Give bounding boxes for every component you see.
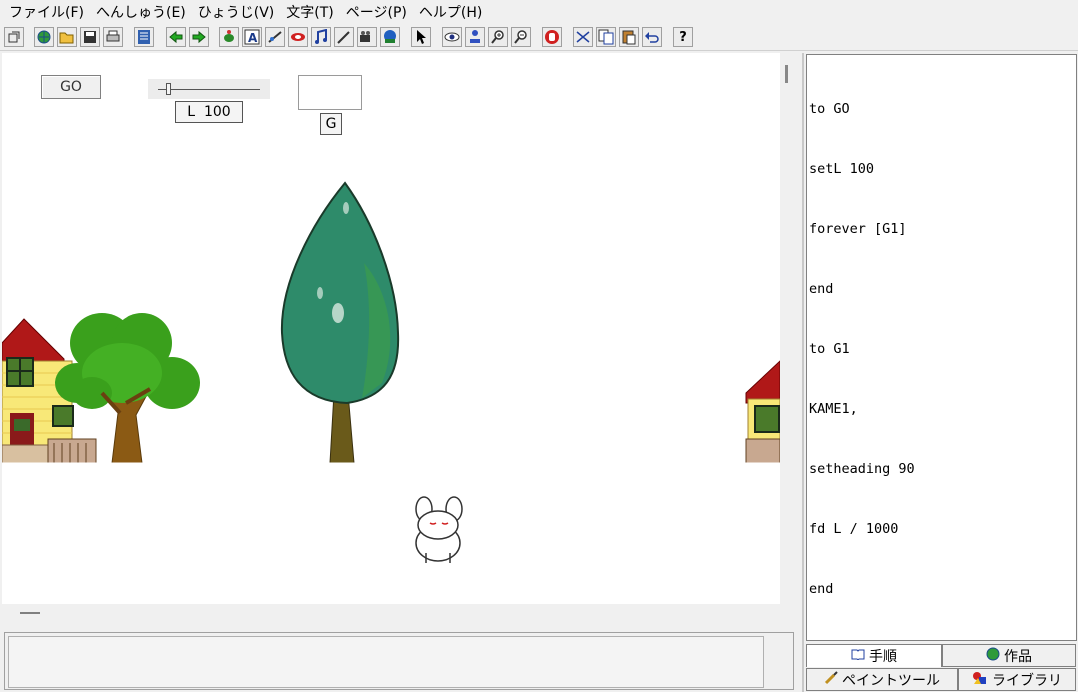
menu-help[interactable]: ヘルプ(H) (414, 0, 487, 24)
panel-divider[interactable] (802, 53, 804, 692)
camera-icon[interactable] (380, 27, 400, 47)
tab-procedure[interactable]: 手順 (806, 644, 942, 667)
slider-tool-icon[interactable] (265, 27, 285, 47)
menu-edit[interactable]: へんしゅう(E) (91, 0, 191, 24)
code-line: setL 100 (809, 161, 875, 177)
svg-text:A: A (248, 31, 258, 45)
stage-footer (2, 604, 780, 628)
stop-hand-icon[interactable] (542, 27, 562, 47)
back-arrow-icon[interactable] (166, 27, 186, 47)
undo-icon[interactable] (642, 27, 662, 47)
toolbar: A ? (0, 24, 1078, 51)
code-line: end (809, 281, 834, 297)
stamp-icon[interactable] (465, 27, 485, 47)
book-icon (851, 648, 865, 664)
video-icon[interactable] (357, 27, 377, 47)
minimize-dash[interactable] (20, 612, 40, 614)
tab-paint-tool[interactable]: ペイントツール (806, 668, 958, 691)
app-window: ファイル(F) へんしゅう(E) ひょうじ(V) 文字(T) ページ(P) ヘル… (0, 0, 1078, 692)
code-line: KAME1, (809, 401, 858, 417)
music-icon[interactable] (311, 27, 331, 47)
stage-canvas[interactable]: GO L 100 G (2, 53, 780, 604)
right-house (745, 360, 780, 464)
eye-icon[interactable] (442, 27, 462, 47)
tab-library[interactable]: ライブラリ (958, 668, 1076, 691)
code-line: forever [G1] (809, 221, 907, 237)
code-line: to G1 (809, 341, 850, 357)
message-field[interactable] (8, 636, 764, 688)
pointer-icon[interactable] (411, 27, 431, 47)
zoom-out-icon[interactable] (511, 27, 531, 47)
text-box-icon[interactable]: A (242, 27, 262, 47)
tab-procedure-label: 手順 (869, 649, 897, 665)
menu-text[interactable]: 文字(T) (281, 0, 338, 24)
procedure-editor[interactable]: to GO setL 100 forever [G1] end to G1 KA… (806, 54, 1077, 641)
zoom-in-icon[interactable] (488, 27, 508, 47)
pen-icon[interactable] (334, 27, 354, 47)
globe-icon[interactable] (34, 27, 54, 47)
button-tool-icon[interactable] (288, 27, 308, 47)
rabbit-sprite (415, 496, 463, 563)
scissors-icon[interactable] (573, 27, 593, 47)
restore-icon[interactable] (4, 27, 24, 47)
brush-icon (824, 670, 838, 689)
print-icon[interactable] (103, 27, 123, 47)
stage-scroll-indicator[interactable] (785, 65, 788, 83)
tab-library-label: ライブラリ (992, 672, 1062, 689)
code-line: setheading 90 (809, 461, 915, 477)
forward-arrow-icon[interactable] (189, 27, 209, 47)
turtle-icon[interactable] (219, 27, 239, 47)
menu-file[interactable]: ファイル(F) (4, 0, 89, 24)
scenery (2, 181, 780, 563)
tab-works-label: 作品 (1004, 648, 1032, 665)
code-line: to GO (809, 101, 850, 117)
help-icon[interactable]: ? (673, 27, 693, 47)
copy-icon[interactable] (596, 27, 616, 47)
page-list-icon[interactable] (134, 27, 154, 47)
shapes-icon (972, 671, 988, 689)
code-line: end (809, 581, 834, 597)
tall-tree (280, 181, 400, 464)
menu-page[interactable]: ページ(P) (341, 0, 412, 24)
works-globe-icon (986, 647, 1000, 665)
paste-icon[interactable] (619, 27, 639, 47)
code-line: fd L / 1000 (809, 521, 899, 537)
tab-works[interactable]: 作品 (942, 644, 1076, 667)
menu-bar: ファイル(F) へんしゅう(E) ひょうじ(V) 文字(T) ページ(P) ヘル… (0, 0, 1078, 24)
tab-paint-label: ペイントツール (842, 672, 940, 689)
save-icon[interactable] (80, 27, 100, 47)
open-folder-icon[interactable] (57, 27, 77, 47)
menu-view[interactable]: ひょうじ(V) (193, 0, 280, 24)
